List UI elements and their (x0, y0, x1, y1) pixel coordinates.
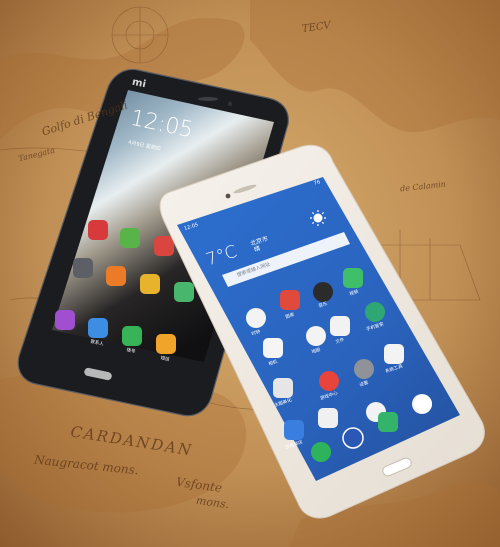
video-icon[interactable] (343, 268, 363, 288)
xiaomi-front-camera (227, 101, 233, 107)
file-icon[interactable] (330, 316, 350, 336)
gallery-icon[interactable] (280, 290, 300, 310)
xiaomi-app-icon[interactable] (106, 266, 126, 286)
phone-manager-icon[interactable] (365, 302, 385, 322)
xiaomi-dock-icon[interactable] (122, 326, 142, 346)
meizu-front-camera (225, 193, 231, 199)
settings-icon[interactable] (354, 359, 374, 379)
theme-icon[interactable] (273, 378, 293, 398)
message-dock-icon[interactable] (378, 412, 398, 432)
xiaomi-app-icon[interactable] (120, 228, 140, 248)
xiaomi-app-icon[interactable] (154, 236, 174, 256)
clock-icon[interactable] (246, 308, 266, 328)
app-store-icon[interactable] (284, 420, 304, 440)
map-app-icon[interactable] (306, 326, 326, 346)
xiaomi-dock-icon[interactable] (88, 318, 108, 338)
xiaomi-app-icon[interactable] (140, 274, 160, 294)
camera-icon[interactable] (263, 338, 283, 358)
xiaomi-dock-icon[interactable] (156, 334, 176, 354)
phone-dock-icon[interactable] (311, 442, 331, 462)
xiaomi-app-icon[interactable] (174, 282, 194, 302)
game-center-icon[interactable] (319, 371, 339, 391)
xiaomi-app-icon[interactable] (73, 258, 93, 278)
system-tools-icon[interactable] (384, 344, 404, 364)
xiaomi-dock-icon[interactable] (55, 310, 75, 330)
browser-dock-icon[interactable] (342, 427, 364, 449)
camera-dock-icon[interactable] (414, 395, 432, 413)
xiaomi-earpiece (198, 97, 218, 101)
xiaomi-app-icon[interactable] (88, 220, 108, 240)
app-icon[interactable] (318, 408, 338, 428)
